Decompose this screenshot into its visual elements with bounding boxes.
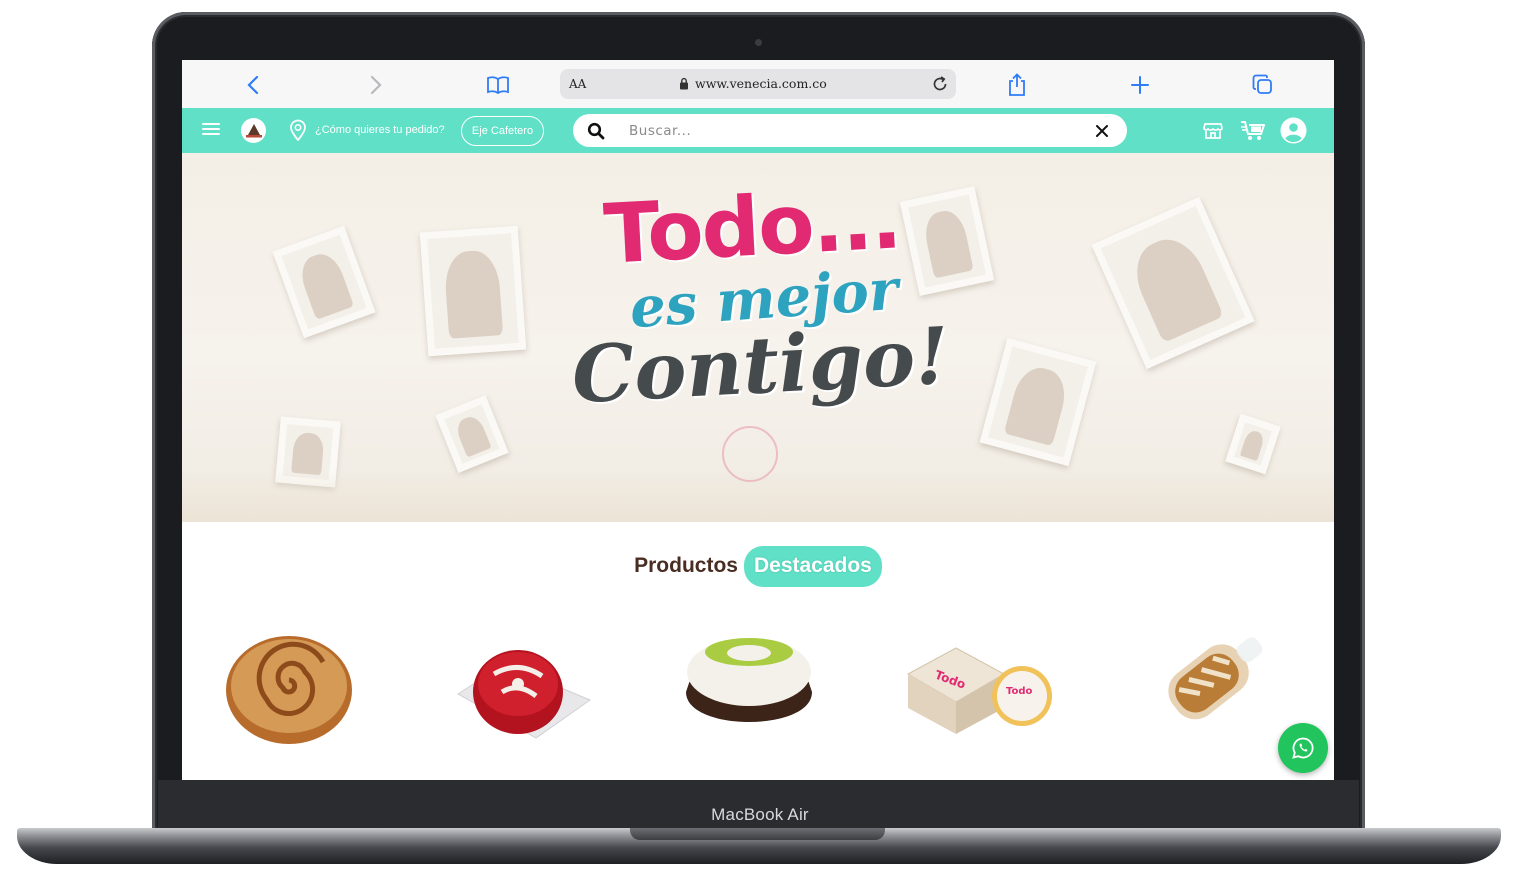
headline-line-3: Contigo!: [569, 310, 952, 422]
book-icon: [487, 76, 509, 95]
user-account-icon[interactable]: [1280, 117, 1307, 144]
product-image: [686, 638, 812, 722]
reload-icon[interactable]: [930, 74, 950, 94]
close-icon[interactable]: [1095, 124, 1109, 138]
url-text: www.venecia.com.co: [695, 76, 827, 91]
device-label: MacBook Air: [711, 805, 809, 824]
headline-line-1: Todo...: [601, 172, 903, 283]
reader-button[interactable]: AA: [569, 77, 586, 91]
store-icon[interactable]: [1203, 122, 1223, 140]
plus-icon: [1131, 76, 1149, 94]
chevron-left-icon: [247, 75, 259, 95]
search-input[interactable]: [629, 120, 1069, 141]
forward-button[interactable]: [363, 72, 389, 98]
brand-seal: [722, 426, 778, 482]
product-image: [1168, 637, 1263, 720]
camera: [755, 39, 762, 46]
tabs-icon: [1252, 74, 1272, 94]
photo-frame: [1225, 413, 1281, 475]
featured-heading: Productos Destacados: [182, 544, 1334, 588]
product-image: Todo Todo: [906, 647, 1052, 734]
photo-frame: [1091, 196, 1255, 370]
product-card[interactable]: [444, 622, 594, 747]
region-button[interactable]: Eje Cafetero: [461, 116, 544, 146]
product-card[interactable]: [1134, 622, 1284, 747]
whatsapp-button[interactable]: [1278, 723, 1328, 773]
featured-title-part2: Destacados: [743, 545, 882, 587]
featured-title-part1: Productos: [634, 554, 738, 577]
product-card[interactable]: Todo Todo: [904, 622, 1054, 747]
photo-frame: [419, 225, 527, 357]
location-pin-icon[interactable]: [289, 119, 307, 141]
product-image: [226, 636, 352, 744]
search-icon[interactable]: [587, 122, 605, 140]
product-card[interactable]: [214, 622, 364, 747]
product-card[interactable]: [674, 622, 824, 747]
whatsapp-icon: [1292, 737, 1314, 759]
cart-icon[interactable]: [1240, 120, 1266, 142]
screen: AA www.venecia.com.co ¿Cómo quieres tu p…: [182, 60, 1334, 780]
share-button[interactable]: [1004, 72, 1030, 98]
chevron-right-icon: [370, 75, 382, 95]
order-method-link[interactable]: ¿Cómo quieres tu pedido?: [315, 124, 445, 136]
browser-toolbar: AA www.venecia.com.co: [182, 60, 1334, 108]
hero-headline: Todo... es mejor Contigo!: [570, 172, 952, 421]
new-tab-button[interactable]: [1127, 72, 1153, 98]
hero-banner[interactable]: Todo... es mejor Contigo!: [182, 153, 1334, 522]
menu-icon[interactable]: [202, 122, 220, 136]
site-header: ¿Cómo quieres tu pedido? Eje Cafetero: [182, 108, 1334, 153]
headline-line-2: es mejor: [627, 256, 901, 342]
lock-icon: [680, 77, 688, 90]
photo-frame: [435, 395, 509, 473]
bookmarks-button[interactable]: [485, 72, 511, 98]
share-icon: [1009, 73, 1025, 96]
product-image: [457, 650, 592, 739]
brand-logo[interactable]: [241, 118, 266, 143]
photo-frame: [899, 186, 995, 296]
search-bar: [573, 114, 1127, 147]
address-bar[interactable]: AA www.venecia.com.co: [560, 69, 956, 99]
photo-frame: [272, 225, 376, 339]
laptop-notch: [630, 828, 885, 840]
svg-text:Todo: Todo: [1006, 686, 1033, 697]
back-button[interactable]: [240, 72, 266, 98]
tabs-button[interactable]: [1250, 72, 1276, 98]
logo-icon: [245, 123, 262, 137]
photo-frame: [979, 337, 1097, 467]
